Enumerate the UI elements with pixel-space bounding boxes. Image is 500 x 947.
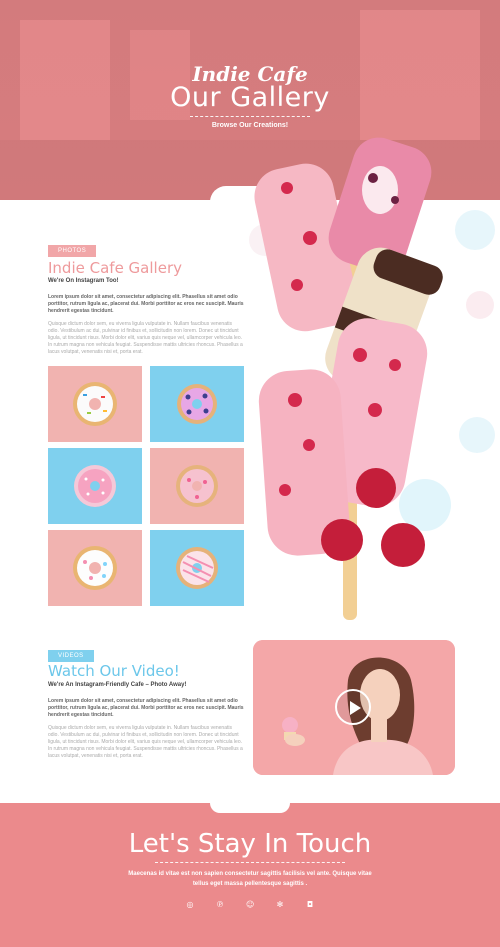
gallery-subtitle: We're On Instagram Too! — [48, 278, 119, 284]
footer-text: Maecenas id vitae est non sapien consect… — [128, 871, 372, 887]
footer-divider — [155, 862, 345, 863]
footer-contact: Let's Stay In Touch Maecenas id vitae es… — [0, 803, 500, 947]
gallery-tile-4[interactable] — [150, 448, 244, 524]
social-links: ◎ ℗ ☺ ✻ ◘ — [0, 901, 500, 909]
donut-pink-dot-image — [176, 465, 218, 507]
video-body-text: Quisque dictum dolor sem, eu viverra lig… — [48, 725, 243, 759]
footer-title: Let's Stay In Touch — [128, 829, 372, 859]
video-title: Watch Our Video! — [48, 662, 180, 680]
snapchat-icon[interactable]: ☺ — [246, 901, 254, 909]
gallery-title: Indie Cafe Gallery — [48, 259, 182, 277]
gallery-grid — [48, 366, 244, 606]
donut-pink-sprinkle-image — [74, 465, 116, 507]
hero-divider — [190, 116, 310, 117]
donut-white-star-image — [73, 546, 117, 590]
gallery-body-text: Quisque dictum dolor sem, eu viverra lig… — [48, 321, 243, 355]
yelp-icon[interactable]: ✻ — [276, 901, 284, 909]
gallery-intro-text: Lorem ipsum dolor sit amet, consectetur … — [48, 294, 244, 314]
gallery-tile-5[interactable] — [48, 530, 142, 606]
gallery-tile-2[interactable] — [150, 366, 244, 442]
donut-pink-drizzle-image — [176, 547, 218, 589]
footer-notch — [210, 803, 290, 813]
gallery-tile-1[interactable] — [48, 366, 142, 442]
photos-tag: PHOTOS — [48, 245, 97, 257]
gallery-tile-6[interactable] — [150, 530, 244, 606]
page-title: Our Gallery — [170, 82, 330, 113]
pinterest-icon[interactable]: ℗ — [216, 901, 224, 909]
donut-purple-blueberry-image — [177, 384, 217, 424]
gallery-tile-3[interactable] — [48, 448, 142, 524]
donut-white-sprinkle-image — [73, 382, 117, 426]
play-button[interactable] — [335, 689, 371, 725]
popsicles-image — [249, 137, 495, 620]
video-subtitle: We're An Instagram-Friendly Cafe – Photo… — [48, 682, 187, 688]
video-intro-text: Lorem ipsum dolor sit amet, consectetur … — [48, 698, 244, 718]
flickr-icon[interactable]: ◘ — [306, 901, 314, 909]
instagram-icon[interactable]: ◎ — [186, 901, 194, 909]
videos-tag: VIDEOS — [48, 650, 94, 662]
